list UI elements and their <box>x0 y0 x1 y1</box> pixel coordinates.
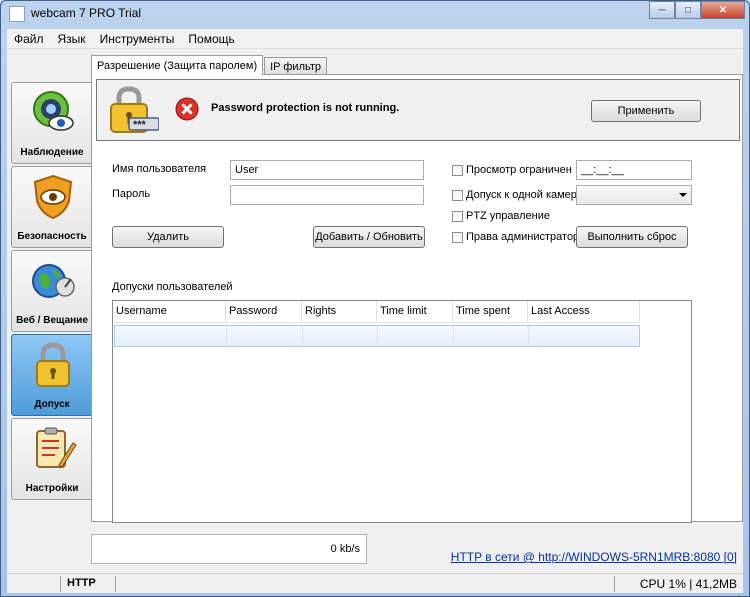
access-panel: *** Password protection is not running. … <box>91 74 743 523</box>
sidebar-item-security[interactable]: Безопасность <box>11 166 93 248</box>
permissions-table[interactable]: Username Password Rights Time limit Time… <box>112 300 692 523</box>
lock-password-icon: *** <box>110 86 159 133</box>
clipboard-pencil-icon <box>36 427 77 468</box>
protection-status-box: *** Password protection is not running. … <box>96 79 740 141</box>
menu-bar: Файл Язык Инструменты Помощь <box>7 29 743 49</box>
sidebar: Наблюдение Безопасность Веб / Вещание До… <box>11 82 95 502</box>
padlock-icon <box>36 342 70 387</box>
table-header: Username Password Rights Time limit Time… <box>113 301 640 323</box>
title-bar[interactable]: webcam 7 PRO Trial ─ □ ✕ <box>1 1 749 27</box>
http-status-label: HTTP <box>67 577 96 589</box>
svg-text:***: *** <box>133 119 147 131</box>
sidebar-item-surveillance[interactable]: Наблюдение <box>11 82 93 164</box>
time-limit-field[interactable]: __:__:__ <box>576 160 692 180</box>
cpu-memory-readout: CPU 1% | 41,2MB <box>639 577 737 591</box>
tab-bar: Разрешение (Защита паролем) IP фильтр <box>91 55 328 75</box>
column-time-limit[interactable]: Time limit <box>377 301 453 323</box>
menu-file[interactable]: Файл <box>7 32 51 46</box>
sidebar-item-label: Настройки <box>25 483 79 494</box>
close-button[interactable]: ✕ <box>701 1 745 19</box>
username-label: Имя пользователя <box>112 163 207 175</box>
http-status-link[interactable]: HTTP в сети @ http://WINDOWS-5RN1MRB:808… <box>451 550 737 564</box>
webcam-eye-icon <box>33 91 74 131</box>
ptz-label: PTZ управление <box>466 210 550 222</box>
table-row-selected[interactable] <box>114 325 640 347</box>
protection-status-text: Password protection is not running. <box>211 102 400 114</box>
sidebar-item-access[interactable]: Допуск <box>11 334 93 416</box>
sidebar-item-label: Допуск <box>34 399 70 410</box>
status-segment <box>115 576 615 592</box>
client-area: Наблюдение Безопасность Веб / Вещание До… <box>7 49 743 573</box>
shield-eye-icon <box>33 174 73 220</box>
app-icon <box>9 6 25 22</box>
globe-satellite-icon <box>32 264 75 298</box>
column-password[interactable]: Password <box>226 301 302 323</box>
username-field[interactable]: User <box>230 160 424 180</box>
sidebar-item-label: Веб / Вещание <box>16 315 88 326</box>
minimize-button[interactable]: ─ <box>649 1 675 19</box>
column-username[interactable]: Username <box>113 301 226 323</box>
maximize-button[interactable]: □ <box>675 1 701 19</box>
reset-button[interactable]: Выполнить сброс <box>576 226 688 248</box>
add-update-button[interactable]: Добавить / Обновить <box>313 226 425 248</box>
chevron-down-icon <box>679 193 687 197</box>
view-limited-checkbox[interactable] <box>452 165 463 176</box>
delete-button[interactable]: Удалить <box>112 226 224 248</box>
sidebar-item-label: Наблюдение <box>20 147 84 158</box>
single-camera-label: Допуск к одной камер <box>466 189 577 201</box>
camera-select[interactable] <box>576 185 692 205</box>
menu-language[interactable]: Язык <box>51 32 93 46</box>
tab-ip-filter[interactable]: IP фильтр <box>264 57 328 75</box>
view-limited-label: Просмотр ограничен <box>466 164 572 176</box>
app-window: webcam 7 PRO Trial ─ □ ✕ Файл Язык Инстр… <box>0 0 750 597</box>
sidebar-item-settings[interactable]: Настройки <box>11 418 93 500</box>
admin-checkbox[interactable] <box>452 232 463 243</box>
status-segment <box>7 576 61 592</box>
sidebar-item-web-broadcast[interactable]: Веб / Вещание <box>11 250 93 332</box>
status-bar: HTTP CPU 1% | 41,2MB <box>7 573 743 593</box>
apply-button[interactable]: Применить <box>591 100 701 122</box>
menu-help[interactable]: Помощь <box>181 32 241 46</box>
permissions-title: Допуски пользователей <box>112 281 233 293</box>
sidebar-item-label: Безопасность <box>17 231 87 242</box>
ptz-checkbox[interactable] <box>452 211 463 222</box>
menu-tools[interactable]: Инструменты <box>93 32 182 46</box>
error-icon <box>175 97 199 121</box>
single-camera-checkbox[interactable] <box>452 190 463 201</box>
password-label: Пароль <box>112 188 151 200</box>
admin-label: Права администратора <box>466 231 586 243</box>
column-time-spent[interactable]: Time spent <box>453 301 528 323</box>
column-last-access[interactable]: Last Access <box>528 301 640 323</box>
window-title: webcam 7 PRO Trial <box>31 6 142 20</box>
tab-password-protection[interactable]: Разрешение (Защита паролем) <box>91 55 264 75</box>
bandwidth-display: 0 kb/s <box>91 534 367 564</box>
column-rights[interactable]: Rights <box>302 301 377 323</box>
password-field[interactable] <box>230 185 424 205</box>
